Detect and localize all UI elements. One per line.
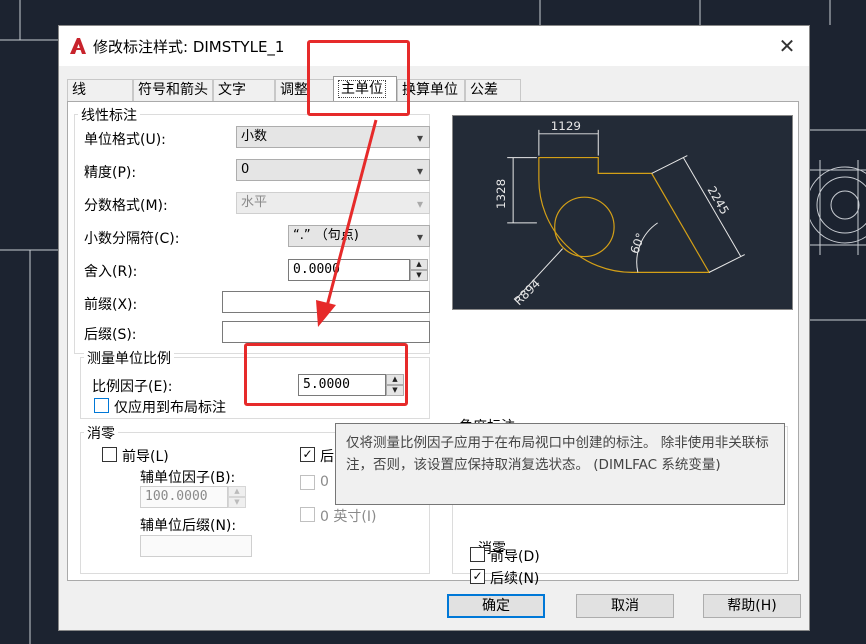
angular-leading-checkbox[interactable] — [470, 547, 485, 562]
angular-leading-label: 前导(D) — [490, 549, 540, 565]
fraction-format-select[interactable]: 水平 ▾ — [236, 192, 430, 214]
tab-tolerances[interactable]: 公差 — [465, 79, 521, 101]
primary-units-panel: 线性标注 单位格式(U): 小数 ▾ 精度(P): 0 ▾ 分数格式(M): 水… — [67, 101, 799, 587]
prefix-input[interactable] — [222, 291, 430, 313]
unit-format-label: 单位格式(U): — [84, 132, 166, 148]
spin-up-icon[interactable]: ▲ — [410, 259, 428, 270]
dimension-preview: 1129 1328 2245 60° R894 — [452, 115, 793, 310]
tab-label: 线 — [72, 82, 86, 98]
round-off-label: 舍入(R): — [84, 264, 138, 280]
dialog-title: 修改标注样式: DIMSTYLE_1 — [93, 38, 285, 56]
tab-label: 文字 — [218, 82, 246, 98]
preview-dim-left: 1328 — [494, 179, 508, 209]
cancel-button[interactable]: 取消 — [576, 594, 674, 618]
sub-unit-factor-spinner[interactable]: ▲ ▼ — [228, 486, 246, 508]
decimal-separator-value: “.” （句点) — [293, 228, 359, 243]
modify-dimension-style-dialog: 修改标注样式: DIMSTYLE_1 ✕ 线 符号和箭头 文字 调整 主单位 换… — [58, 25, 810, 631]
precision-label: 精度(P): — [84, 165, 137, 181]
spin-down-icon[interactable]: ▼ — [410, 270, 428, 281]
decimal-separator-label: 小数分隔符(C): — [84, 231, 180, 247]
close-button[interactable]: ✕ — [775, 34, 799, 58]
unit-format-value: 小数 — [241, 129, 268, 144]
chevron-down-icon: ▾ — [416, 197, 423, 211]
fraction-format-label: 分数格式(M): — [84, 198, 168, 214]
precision-select[interactable]: 0 ▾ — [236, 159, 430, 181]
tab-label: 换算单位 — [402, 82, 458, 98]
angular-trailing-checkbox[interactable]: ✓ — [470, 569, 485, 584]
zero-feet-label: 0 — [320, 474, 329, 490]
annotation-box-scale-factor — [244, 343, 408, 406]
ok-button[interactable]: 确定 — [447, 594, 545, 618]
autocad-a-icon — [70, 38, 86, 54]
sub-unit-factor-input[interactable]: 100.0000 — [140, 486, 228, 508]
sub-unit-suffix-input[interactable] — [140, 535, 252, 557]
tab-strip: 线 符号和箭头 文字 调整 主单位 换算单位 公差 — [67, 76, 807, 102]
group-title-scale: 测量单位比例 — [84, 348, 174, 368]
fraction-format-value: 水平 — [241, 195, 268, 210]
round-off-input[interactable]: 0.0000 — [288, 259, 410, 281]
scale-factor-tooltip: 仅将测量比例因子应用于在布局视口中创建的标注。 除非使用非关联标注，否则，该设置… — [335, 423, 785, 505]
tab-label: 公差 — [470, 82, 498, 98]
leading-zero-label: 前导(L) — [122, 449, 169, 465]
sub-unit-factor-label: 辅单位因子(B): — [140, 470, 236, 486]
annotation-box-primary-tab — [307, 40, 410, 116]
precision-value: 0 — [241, 162, 250, 177]
trailing-zero-checkbox[interactable]: ✓ — [300, 447, 315, 462]
prefix-label: 前缀(X): — [84, 297, 138, 313]
spin-up-icon[interactable]: ▲ — [228, 486, 246, 497]
zero-inches-checkbox[interactable] — [300, 507, 315, 522]
group-title-linear: 线性标注 — [78, 105, 140, 125]
sub-unit-suffix-label: 辅单位后缀(N): — [140, 518, 237, 534]
scale-factor-label: 比例因子(E): — [92, 379, 173, 395]
zero-inches-label: 0 英寸(I) — [320, 509, 377, 525]
chevron-down-icon: ▾ — [416, 230, 423, 244]
layout-only-label: 仅应用到布局标注 — [114, 400, 226, 416]
spin-down-icon[interactable]: ▼ — [228, 497, 246, 508]
tab-text[interactable]: 文字 — [213, 79, 275, 101]
round-off-spinner[interactable]: ▲ ▼ — [410, 259, 428, 281]
layout-only-checkbox[interactable] — [94, 398, 109, 413]
unit-format-select[interactable]: 小数 ▾ — [236, 126, 430, 148]
trailing-zero-label: 后 — [320, 449, 334, 465]
suffix-label: 后缀(S): — [84, 327, 137, 343]
help-button[interactable]: 帮助(H) — [703, 594, 801, 618]
tab-symbols-arrows[interactable]: 符号和箭头 — [133, 79, 213, 101]
decimal-separator-select[interactable]: “.” （句点) ▾ — [288, 225, 430, 247]
suffix-input[interactable] — [222, 321, 430, 343]
title-bar: 修改标注样式: DIMSTYLE_1 ✕ — [59, 26, 809, 66]
chevron-down-icon: ▾ — [416, 164, 423, 178]
chevron-down-icon: ▾ — [416, 131, 423, 145]
angular-trailing-label: 后续(N) — [490, 571, 540, 587]
tab-lines[interactable]: 线 — [67, 79, 133, 101]
group-title-zero: 消零 — [84, 423, 118, 443]
tab-label: 符号和箭头 — [138, 82, 208, 98]
zero-feet-checkbox[interactable] — [300, 475, 315, 490]
tab-label: 调整 — [280, 82, 308, 98]
preview-dim-top: 1129 — [551, 119, 581, 133]
leading-zero-checkbox[interactable] — [102, 447, 117, 462]
